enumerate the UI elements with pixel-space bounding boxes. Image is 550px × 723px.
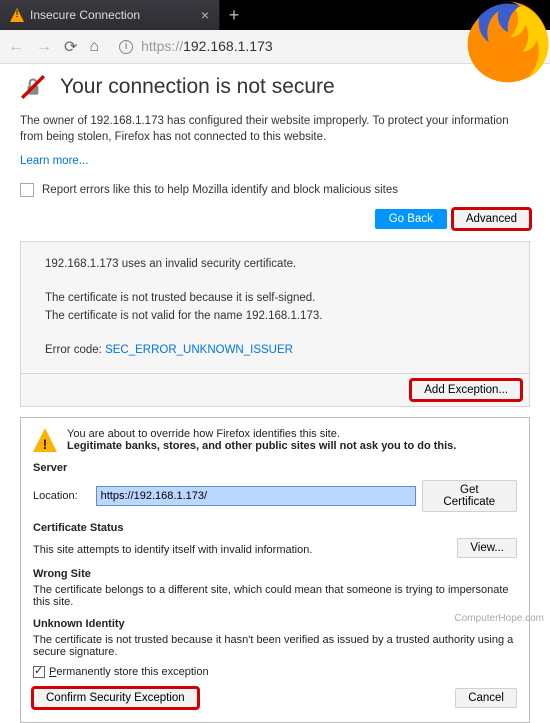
confirm-exception-button[interactable]: Confirm Security Exception <box>33 688 198 708</box>
cert-status-text: This site attempts to identify itself wi… <box>33 544 312 556</box>
go-back-button[interactable]: Go Back <box>375 209 447 229</box>
permanent-store-checkbox[interactable] <box>33 666 45 678</box>
location-label: Location: <box>33 490 90 502</box>
view-certificate-button[interactable]: View... <box>457 538 517 558</box>
new-tab-button[interactable]: + <box>220 0 248 30</box>
add-exception-button[interactable]: Add Exception... <box>411 380 521 400</box>
unknown-identity-text: The certificate is not trusted because i… <box>33 634 517 658</box>
get-certificate-button[interactable]: Get Certificate <box>422 480 517 512</box>
page-content: Your connection is not secure The owner … <box>0 64 550 723</box>
cert-msg-1: 192.168.1.173 uses an invalid security c… <box>45 257 505 273</box>
advanced-button[interactable]: Advanced <box>453 209 530 229</box>
learn-more-link[interactable]: Learn more... <box>20 155 88 167</box>
url-host: 192.168.1.173 <box>183 38 273 54</box>
report-errors-checkbox[interactable] <box>20 183 34 197</box>
cert-status-heading: Certificate Status <box>33 522 517 534</box>
insecure-lock-icon <box>20 74 46 100</box>
warning-triangle-icon: ! <box>33 428 57 452</box>
certificate-error-panel: 192.168.1.173 uses an invalid security c… <box>20 241 530 407</box>
watermark-text: ComputerHope.com <box>455 613 544 624</box>
browser-tab[interactable]: Insecure Connection × <box>0 0 220 30</box>
location-input[interactable] <box>96 486 416 506</box>
cancel-button[interactable]: Cancel <box>455 688 517 708</box>
reload-icon[interactable]: ⟳ <box>64 37 77 57</box>
tab-title: Insecure Connection <box>30 8 140 22</box>
server-heading: Server <box>33 462 517 474</box>
firefox-logo-icon <box>460 0 550 90</box>
url-scheme: https:// <box>141 38 183 54</box>
cert-msg-2: The certificate is not trusted because i… <box>45 291 505 307</box>
tab-close-icon[interactable]: × <box>201 7 209 23</box>
wrong-site-heading: Wrong Site <box>33 568 517 580</box>
site-info-icon[interactable]: i <box>119 40 133 54</box>
dialog-about: You are about to override how Firefox id… <box>67 428 456 440</box>
unknown-identity-heading: Unknown Identity <box>33 618 517 630</box>
wrong-site-text: The certificate belongs to a different s… <box>33 584 517 608</box>
intro-text: The owner of 192.168.1.173 has configure… <box>20 114 530 145</box>
error-code-link[interactable]: SEC_ERROR_UNKNOWN_ISSUER <box>105 344 293 356</box>
error-code-label: Error code: <box>45 344 105 356</box>
dialog-warning: Legitimate banks, stores, and other publ… <box>67 440 456 452</box>
forward-icon[interactable]: → <box>36 38 52 56</box>
cert-msg-3: The certificate is not valid for the nam… <box>45 309 505 325</box>
permanent-store-label: Permanently store this exception <box>49 666 209 678</box>
page-title: Your connection is not secure <box>60 75 335 99</box>
security-exception-dialog: ! You are about to override how Firefox … <box>20 417 530 723</box>
warning-icon <box>10 8 24 22</box>
home-icon[interactable]: ⌂ <box>89 38 99 56</box>
report-errors-label: Report errors like this to help Mozilla … <box>42 184 398 196</box>
back-icon[interactable]: ← <box>8 38 24 56</box>
